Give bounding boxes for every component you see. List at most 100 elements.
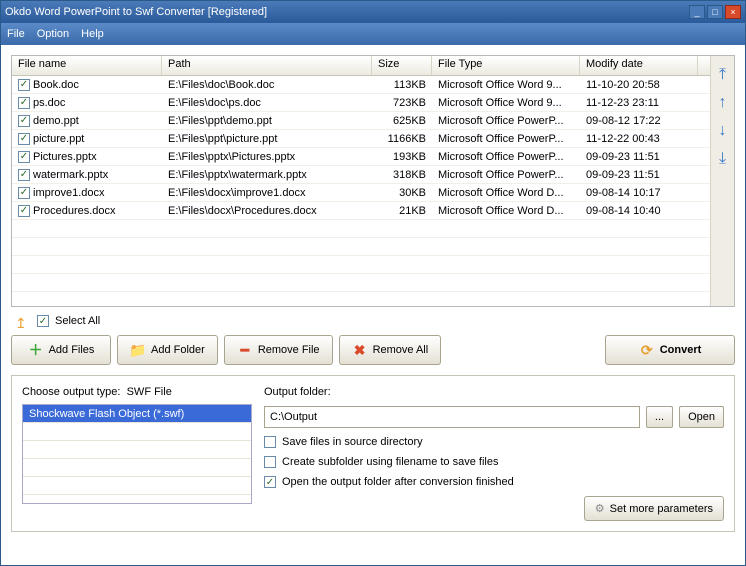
table-body: ✓Book.docE:\Files\doc\Book.doc113KBMicro… [12, 76, 710, 306]
table-row[interactable]: ✓picture.pptE:\Files\ppt\picture.ppt1166… [12, 130, 710, 148]
browse-button[interactable]: ... [646, 406, 673, 428]
file-list-panel: File name Path Size File Type Modify dat… [11, 55, 735, 307]
save-source-label: Save files in source directory [282, 436, 423, 448]
file-type: Microsoft Office PowerP... [432, 114, 580, 128]
output-type-empty [23, 459, 251, 477]
maximize-button[interactable]: □ [707, 5, 723, 19]
output-type-label: Choose output type: SWF File [22, 386, 252, 398]
table-row[interactable]: ✓improve1.docxE:\Files\docx\improve1.doc… [12, 184, 710, 202]
file-type: Microsoft Office Word 9... [432, 78, 580, 92]
table-row[interactable]: ✓ps.docE:\Files\doc\ps.doc723KBMicrosoft… [12, 94, 710, 112]
table-row [12, 238, 710, 256]
table-row[interactable]: ✓demo.pptE:\Files\ppt\demo.ppt625KBMicro… [12, 112, 710, 130]
add-files-button[interactable]: ＋Add Files [11, 335, 111, 365]
menu-bar: File Option Help [1, 23, 745, 45]
file-path: E:\Files\doc\Book.doc [162, 78, 372, 92]
move-top-icon[interactable]: ⤒ [719, 66, 726, 84]
file-path: E:\Files\doc\ps.doc [162, 96, 372, 110]
file-table: File name Path Size File Type Modify dat… [12, 56, 710, 306]
file-name: improve1.docx [33, 187, 105, 199]
col-header-path[interactable]: Path [162, 56, 372, 75]
convert-label: Convert [660, 344, 702, 356]
file-size: 723KB [372, 96, 432, 110]
menu-help[interactable]: Help [81, 28, 104, 40]
up-folder-icon[interactable]: ↥ [15, 315, 31, 327]
menu-file[interactable]: File [7, 28, 25, 40]
move-down-icon[interactable]: ↓ [719, 122, 727, 140]
table-row[interactable]: ✓Pictures.pptxE:\Files\pptx\Pictures.ppt… [12, 148, 710, 166]
file-type: Microsoft Office Word D... [432, 186, 580, 200]
file-path: E:\Files\docx\Procedures.docx [162, 204, 372, 218]
file-date: 11-10-20 20:58 [580, 78, 698, 92]
openfolder-checkbox[interactable]: ✓ [264, 476, 276, 488]
row-checkbox[interactable]: ✓ [18, 97, 30, 109]
file-size: 625KB [372, 114, 432, 128]
minimize-button[interactable]: _ [689, 5, 705, 19]
file-date: 09-08-14 10:17 [580, 186, 698, 200]
table-row[interactable]: ✓watermark.pptxE:\Files\pptx\watermark.p… [12, 166, 710, 184]
col-header-name[interactable]: File name [12, 56, 162, 75]
open-button[interactable]: Open [679, 406, 724, 428]
move-up-icon[interactable]: ↑ [719, 94, 727, 112]
row-checkbox[interactable]: ✓ [18, 79, 30, 91]
row-checkbox[interactable]: ✓ [18, 133, 30, 145]
app-window: Okdo Word PowerPoint to Swf Converter [R… [0, 0, 746, 566]
row-checkbox[interactable]: ✓ [18, 151, 30, 163]
output-folder-input[interactable] [264, 406, 640, 428]
file-date: 11-12-23 23:11 [580, 96, 698, 110]
file-date: 09-08-14 10:40 [580, 204, 698, 218]
file-path: E:\Files\pptx\watermark.pptx [162, 168, 372, 182]
output-settings-panel: Choose output type: SWF File Shockwave F… [11, 375, 735, 532]
subfolder-checkbox[interactable] [264, 456, 276, 468]
title-bar: Okdo Word PowerPoint to Swf Converter [R… [1, 1, 745, 23]
table-row[interactable]: ✓Procedures.docxE:\Files\docx\Procedures… [12, 202, 710, 220]
row-checkbox[interactable]: ✓ [18, 169, 30, 181]
move-bottom-icon[interactable]: ⤓ [719, 150, 726, 168]
file-name: Pictures.pptx [33, 151, 97, 163]
add-folder-button[interactable]: 📁Add Folder [117, 335, 218, 365]
col-header-date[interactable]: Modify date [580, 56, 698, 75]
close-button[interactable]: × [725, 5, 741, 19]
table-row[interactable]: ✓Book.docE:\Files\doc\Book.doc113KBMicro… [12, 76, 710, 94]
remove-file-button[interactable]: ━Remove File [224, 335, 333, 365]
col-header-type[interactable]: File Type [432, 56, 580, 75]
row-checkbox[interactable]: ✓ [18, 115, 30, 127]
gear-icon: ⚙ [595, 502, 605, 515]
remove-all-button[interactable]: ✖ Remove All [339, 335, 442, 365]
menu-option[interactable]: Option [37, 28, 69, 40]
remove-all-label: Remove All [373, 344, 429, 356]
file-name: demo.ppt [33, 115, 79, 127]
convert-button[interactable]: ⟳ Convert [605, 335, 735, 365]
convert-icon: ⟳ [639, 342, 655, 358]
file-size: 30KB [372, 186, 432, 200]
set-params-label: Set more parameters [610, 503, 713, 515]
output-type-item[interactable]: Shockwave Flash Object (*.swf) [23, 405, 251, 423]
file-name: picture.ppt [33, 133, 84, 145]
set-params-button[interactable]: ⚙ Set more parameters [584, 496, 724, 521]
output-type-pane: Choose output type: SWF File Shockwave F… [22, 386, 252, 521]
table-row [12, 220, 710, 238]
row-checkbox[interactable]: ✓ [18, 187, 30, 199]
output-type-list[interactable]: Shockwave Flash Object (*.swf) [22, 404, 252, 504]
x-icon: ✖ [352, 342, 368, 358]
output-folder-row: ... Open [264, 406, 724, 428]
file-date: 09-08-12 17:22 [580, 114, 698, 128]
select-all-checkbox[interactable]: ✓ [37, 315, 49, 327]
output-type-empty [23, 441, 251, 459]
minus-icon: ━ [237, 342, 253, 358]
option-save-source-row: Save files in source directory [264, 436, 724, 448]
folder-icon: 📁 [130, 342, 146, 358]
output-type-empty [23, 477, 251, 495]
file-name: ps.doc [33, 97, 65, 109]
table-row [12, 256, 710, 274]
save-source-checkbox[interactable] [264, 436, 276, 448]
select-all-row: ↥ ✓ Select All [11, 313, 735, 329]
table-row [12, 274, 710, 292]
select-all-label: Select All [55, 315, 100, 327]
table-row [12, 292, 710, 306]
add-files-label: Add Files [49, 344, 95, 356]
col-header-size[interactable]: Size [372, 56, 432, 75]
file-date: 11-12-22 00:43 [580, 132, 698, 146]
row-checkbox[interactable]: ✓ [18, 205, 30, 217]
output-folder-pane: Output folder: ... Open Save files in so… [264, 386, 724, 521]
